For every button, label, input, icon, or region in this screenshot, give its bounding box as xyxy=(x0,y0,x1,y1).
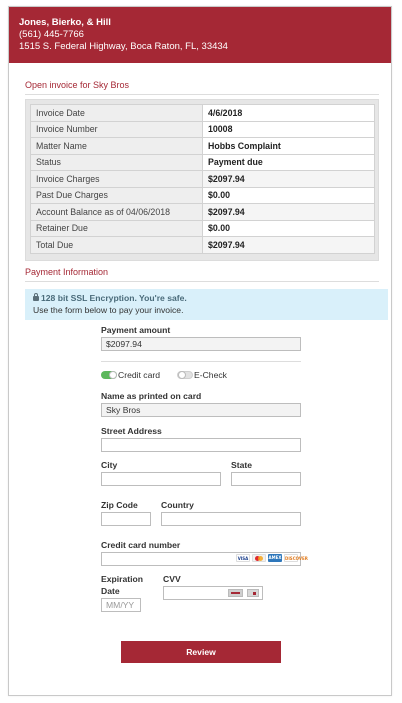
table-row: Invoice Date 4/6/2018 xyxy=(30,104,375,122)
row-label: Invoice Number xyxy=(30,120,203,138)
row-label: Total Due xyxy=(30,236,203,254)
firm-name: Jones, Bierko, & Hill xyxy=(19,17,111,28)
table-row: Invoice Number 10008 xyxy=(30,120,375,138)
table-row: Total Due $2097.94 xyxy=(30,236,375,254)
amex-icon: AMEX xyxy=(268,554,282,562)
table-row: Past Due Charges $0.00 xyxy=(30,186,375,204)
city-input[interactable] xyxy=(101,472,221,486)
cvv-icons xyxy=(228,589,259,597)
echeck-label[interactable]: E-Check xyxy=(194,370,227,380)
security-title-row: 128 bit SSL Encryption. You're safe. xyxy=(33,292,380,304)
table-row: Account Balance as of 04/06/2018 $2097.9… xyxy=(30,203,375,221)
expiration-date-input[interactable] xyxy=(101,598,141,612)
firm-header: Jones, Bierko, & Hill (561) 445-7766 151… xyxy=(9,7,391,63)
payment-amount-input[interactable] xyxy=(101,337,301,351)
security-notice: 128 bit SSL Encryption. You're safe. Use… xyxy=(25,289,388,320)
zip-code-label: Zip Code xyxy=(101,500,138,510)
cardholder-name-label: Name as printed on card xyxy=(101,391,202,401)
invoice-summary: Invoice Date 4/6/2018 Invoice Number 100… xyxy=(25,99,379,261)
credit-card-label[interactable]: Credit card xyxy=(118,370,160,380)
row-value: $0.00 xyxy=(202,219,375,237)
toggle-knob xyxy=(109,371,117,379)
cardholder-name-input[interactable] xyxy=(101,403,301,417)
row-value: Hobbs Complaint xyxy=(202,137,375,155)
lock-icon xyxy=(33,293,39,301)
table-row: Invoice Charges $2097.94 xyxy=(30,170,375,188)
card-front-icon xyxy=(247,589,259,597)
invoice-section-title: Open invoice for Sky Bros xyxy=(25,80,130,90)
payment-section-title: Payment Information xyxy=(25,267,109,277)
mastercard-icon xyxy=(252,554,266,562)
street-address-label: Street Address xyxy=(101,426,162,436)
payment-amount-label: Payment amount xyxy=(101,325,171,335)
cvv-label: CVV xyxy=(163,574,181,584)
security-title: 128 bit SSL Encryption. You're safe. xyxy=(41,293,187,303)
firm-phone: (561) 445-7766 xyxy=(19,29,84,40)
card-back-icon xyxy=(228,589,243,597)
zip-code-input[interactable] xyxy=(101,512,151,526)
credit-card-toggle[interactable] xyxy=(101,371,117,379)
row-label: Account Balance as of 04/06/2018 xyxy=(30,203,203,221)
state-input[interactable] xyxy=(231,472,301,486)
row-value: Payment due xyxy=(202,153,375,171)
expiration-label-line1: Expiration xyxy=(101,574,144,584)
row-value: $2097.94 xyxy=(202,203,375,221)
card-logos: VISA AMEX DISCOVER xyxy=(236,554,308,562)
divider xyxy=(25,281,379,282)
cvv-field xyxy=(163,586,263,600)
row-label: Matter Name xyxy=(30,137,203,155)
row-label: Retainer Due xyxy=(30,219,203,237)
row-value: $2097.94 xyxy=(202,236,375,254)
table-row: Status Payment due xyxy=(30,153,375,171)
toggle-knob xyxy=(178,371,186,379)
row-value: 10008 xyxy=(202,120,375,138)
discover-icon: DISCOVER xyxy=(284,554,308,562)
city-label: City xyxy=(101,460,118,470)
visa-icon: VISA xyxy=(236,554,250,562)
row-label: Invoice Date xyxy=(30,104,203,122)
row-label: Past Due Charges xyxy=(30,186,203,204)
invoice-payment-page: Jones, Bierko, & Hill (561) 445-7766 151… xyxy=(8,6,392,696)
row-value: $0.00 xyxy=(202,186,375,204)
row-label: Invoice Charges xyxy=(30,170,203,188)
card-number-field: VISA AMEX DISCOVER xyxy=(101,552,308,566)
country-label: Country xyxy=(161,500,194,510)
card-number-label: Credit card number xyxy=(101,540,181,550)
divider xyxy=(25,94,379,95)
country-input[interactable] xyxy=(161,512,301,526)
firm-address: 1515 S. Federal Highway, Boca Raton, FL,… xyxy=(19,41,228,52)
divider xyxy=(101,361,301,362)
row-value: $2097.94 xyxy=(202,170,375,188)
echeck-toggle[interactable] xyxy=(177,371,193,379)
row-value: 4/6/2018 xyxy=(202,104,375,122)
street-address-input[interactable] xyxy=(101,438,301,452)
table-row: Matter Name Hobbs Complaint xyxy=(30,137,375,155)
security-subtitle: Use the form below to pay your invoice. xyxy=(33,305,184,315)
invoice-table: Invoice Date 4/6/2018 Invoice Number 100… xyxy=(30,104,375,254)
state-label: State xyxy=(231,460,253,470)
expiration-label-line2: Date xyxy=(101,586,120,596)
table-row: Retainer Due $0.00 xyxy=(30,219,375,237)
review-button[interactable]: Review xyxy=(121,641,281,663)
row-label: Status xyxy=(30,153,203,171)
